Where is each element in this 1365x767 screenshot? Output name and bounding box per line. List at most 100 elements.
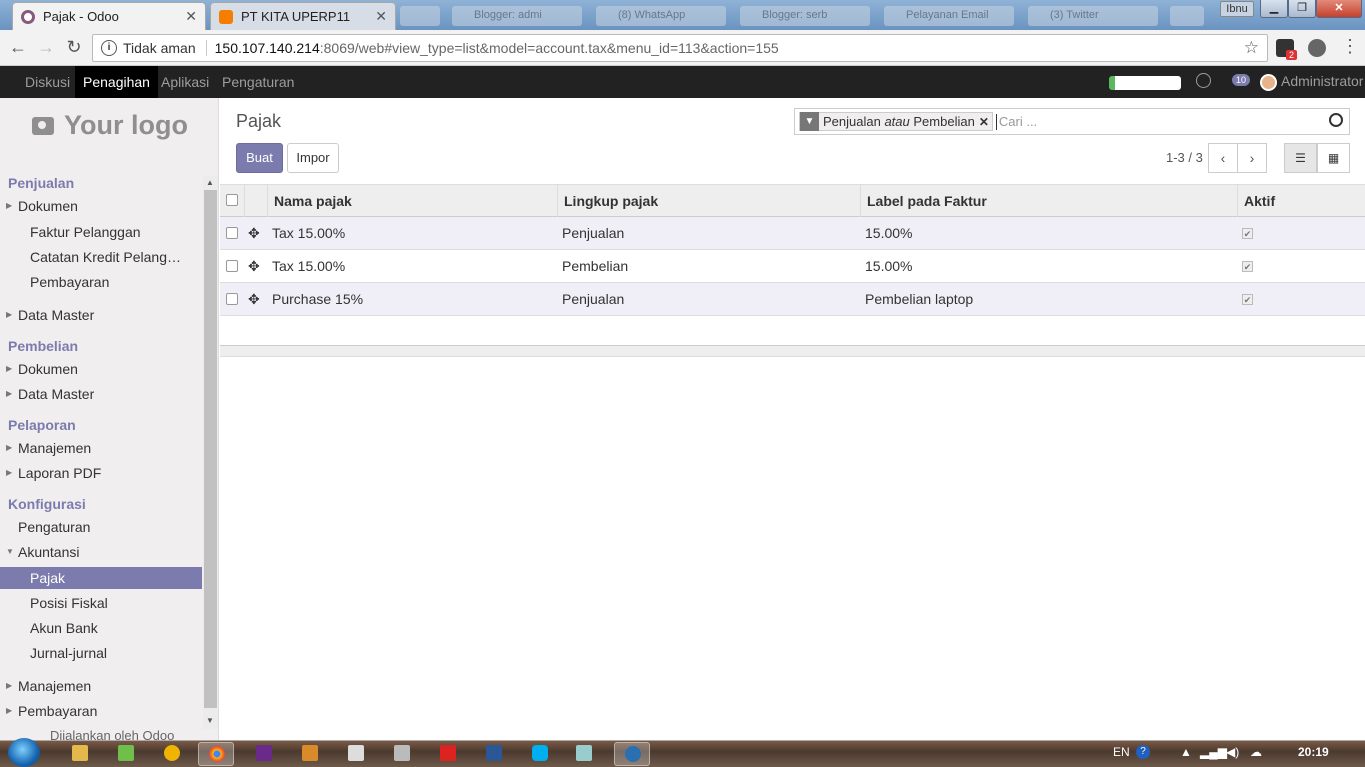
- browser-tab-active[interactable]: Pajak - Odoo ✕: [12, 2, 206, 30]
- kanban-view-button[interactable]: ▦: [1317, 143, 1350, 173]
- powered-by-text[interactable]: Dijalankan oleh Odoo: [50, 728, 174, 740]
- browser-tab[interactable]: PT KITA UPERP11 ✕: [210, 2, 396, 30]
- drag-handle-icon[interactable]: ✥: [248, 258, 260, 275]
- taskbar-chrome[interactable]: [198, 742, 234, 766]
- create-button[interactable]: Buat: [236, 143, 283, 173]
- sidebar-item-pajak[interactable]: Pajak: [0, 567, 202, 589]
- column-header-label-faktur[interactable]: Label pada Faktur: [860, 185, 1237, 217]
- taskbar-app[interactable]: [614, 742, 650, 766]
- search-input[interactable]: Cari ...: [995, 113, 1037, 130]
- browser-tab[interactable]: (3) Twitter: [1028, 6, 1158, 26]
- browser-tab[interactable]: Blogger: serb: [740, 6, 870, 26]
- menu-aplikasi[interactable]: Aplikasi: [153, 66, 217, 98]
- close-tab-icon[interactable]: ✕: [185, 8, 197, 25]
- remove-facet-icon[interactable]: ✕: [979, 115, 992, 129]
- menu-pengaturan[interactable]: Pengaturan: [214, 66, 302, 98]
- user-avatar[interactable]: [1260, 74, 1277, 91]
- user-menu[interactable]: Administrator: [1281, 73, 1363, 89]
- search-icon[interactable]: [1329, 113, 1343, 127]
- sidebar-item-posisi-fiskal[interactable]: Posisi Fiskal: [0, 592, 202, 614]
- bookmark-star-icon[interactable]: ☆: [1244, 38, 1259, 58]
- browser-tab[interactable]: (8) WhatsApp: [596, 6, 726, 26]
- filter-facet[interactable]: ▼ Penjualan atau Pembelian ✕: [799, 112, 993, 131]
- forward-icon[interactable]: →: [34, 37, 58, 58]
- menu-penagihan[interactable]: Penagihan: [75, 66, 158, 98]
- maximize-button[interactable]: ❐: [1288, 0, 1316, 18]
- menu-diskusi[interactable]: Diskusi: [17, 66, 78, 98]
- taskbar-app[interactable]: [292, 742, 328, 766]
- sidebar-item-dokumen[interactable]: ▶ Dokumen: [0, 358, 202, 380]
- messages-badge[interactable]: 10: [1232, 74, 1251, 86]
- sidebar-item-pembayaran[interactable]: ▶ Pembayaran: [0, 700, 202, 722]
- sidebar-item-laporan-pdf[interactable]: ▶ Laporan PDF: [0, 462, 202, 484]
- menu-icon[interactable]: ⋮: [1338, 36, 1362, 57]
- row-checkbox[interactable]: [226, 260, 238, 272]
- sidebar-scroll-thumb[interactable]: [204, 190, 217, 708]
- table-row[interactable]: ✥ Tax 15.00% Penjualan 15.00% ✔: [220, 217, 1365, 250]
- language-indicator[interactable]: EN: [1113, 745, 1130, 759]
- list-view-button[interactable]: ☰: [1284, 143, 1317, 173]
- info-icon[interactable]: i: [101, 40, 117, 56]
- sidebar-item-jurnal-jurnal[interactable]: Jurnal-jurnal: [0, 642, 202, 664]
- sidebar-item-dokumen[interactable]: ▶ Dokumen: [0, 195, 202, 217]
- minimize-button[interactable]: ▁: [1260, 0, 1288, 18]
- table-row[interactable]: ✥ Purchase 15% Penjualan Pembelian lapto…: [220, 283, 1365, 316]
- taskbar-pdf[interactable]: [246, 742, 282, 766]
- sidebar-item-manajemen[interactable]: ▶ Manajemen: [0, 675, 202, 697]
- sidebar-item-data-master[interactable]: ▶ Data Master: [0, 383, 202, 405]
- pager-next-button[interactable]: ›: [1237, 143, 1267, 173]
- sidebar-item-faktur-pelanggan[interactable]: Faktur Pelanggan: [0, 221, 202, 243]
- sidebar-item-pengaturan[interactable]: Pengaturan: [0, 516, 202, 538]
- column-header-lingkup-pajak[interactable]: Lingkup pajak: [557, 185, 860, 217]
- taskbar-word[interactable]: [476, 742, 512, 766]
- browser-tab[interactable]: [1170, 6, 1204, 26]
- search-bar[interactable]: ▼ Penjualan atau Pembelian ✕ Cari ...: [794, 108, 1350, 135]
- import-button[interactable]: Impor: [287, 143, 339, 173]
- taskbar-app[interactable]: [338, 742, 374, 766]
- drag-handle-icon[interactable]: ✥: [248, 225, 260, 242]
- taskbar-skype[interactable]: [522, 742, 558, 766]
- pager-previous-button[interactable]: ‹: [1208, 143, 1238, 173]
- drag-handle-icon[interactable]: ✥: [248, 291, 260, 308]
- network-icon[interactable]: ▂▄▆: [1200, 745, 1227, 759]
- volume-icon[interactable]: ◀): [1226, 745, 1239, 759]
- new-tab-button[interactable]: [400, 6, 440, 26]
- taskbar-app[interactable]: [566, 742, 602, 766]
- browser-tab[interactable]: Blogger: admi: [452, 6, 582, 26]
- row-checkbox[interactable]: [226, 293, 238, 305]
- help-icon[interactable]: ?: [1136, 745, 1150, 759]
- scroll-up-icon[interactable]: ▲: [206, 178, 214, 187]
- pager-value[interactable]: 1-3 / 3: [1166, 150, 1203, 165]
- progress-bar[interactable]: [1109, 76, 1181, 90]
- activity-clock-icon[interactable]: [1196, 73, 1211, 88]
- close-tab-icon[interactable]: ✕: [375, 8, 387, 25]
- scroll-down-icon[interactable]: ▼: [206, 716, 214, 725]
- taskbar-app[interactable]: [384, 742, 420, 766]
- column-header-aktif[interactable]: Aktif: [1237, 185, 1365, 217]
- sidebar-item-catatan-kredit[interactable]: Catatan Kredit Pelang…: [0, 246, 202, 268]
- address-bar[interactable]: i Tidak aman 150.107.140.214 :8069/web#v…: [92, 34, 1268, 62]
- sidebar-item-akun-bank[interactable]: Akun Bank: [0, 617, 202, 639]
- column-header-nama-pajak[interactable]: Nama pajak: [267, 185, 557, 217]
- browser-tab[interactable]: Pelayanan Email: [884, 6, 1014, 26]
- cloud-icon[interactable]: ☁: [1250, 745, 1262, 759]
- table-row[interactable]: ✥ Tax 15.00% Pembelian 15.00% ✔: [220, 250, 1365, 283]
- sidebar-item-data-master[interactable]: ▶ Data Master: [0, 304, 202, 326]
- start-button[interactable]: [8, 738, 40, 767]
- taskbar-app[interactable]: [430, 742, 466, 766]
- reload-icon[interactable]: ↻: [62, 37, 86, 58]
- taskbar-explorer[interactable]: [62, 742, 98, 766]
- chat-extension-icon[interactable]: [1308, 39, 1326, 57]
- company-logo[interactable]: Your logo: [32, 110, 188, 141]
- clock-time[interactable]: 20:19: [1298, 745, 1329, 759]
- taskbar-app[interactable]: [108, 742, 144, 766]
- close-window-button[interactable]: ✕: [1316, 0, 1362, 18]
- sidebar-item-pembayaran[interactable]: Pembayaran: [0, 271, 202, 293]
- taskbar-app[interactable]: [154, 742, 190, 766]
- tray-arrow-icon[interactable]: ▲: [1180, 745, 1192, 759]
- sidebar-item-manajemen[interactable]: ▶ Manajemen: [0, 437, 202, 459]
- window-user-label[interactable]: Ibnu: [1220, 1, 1254, 17]
- select-all-checkbox[interactable]: [226, 194, 238, 206]
- sidebar-item-akuntansi[interactable]: ▼ Akuntansi: [0, 541, 202, 563]
- back-icon[interactable]: ←: [6, 37, 30, 58]
